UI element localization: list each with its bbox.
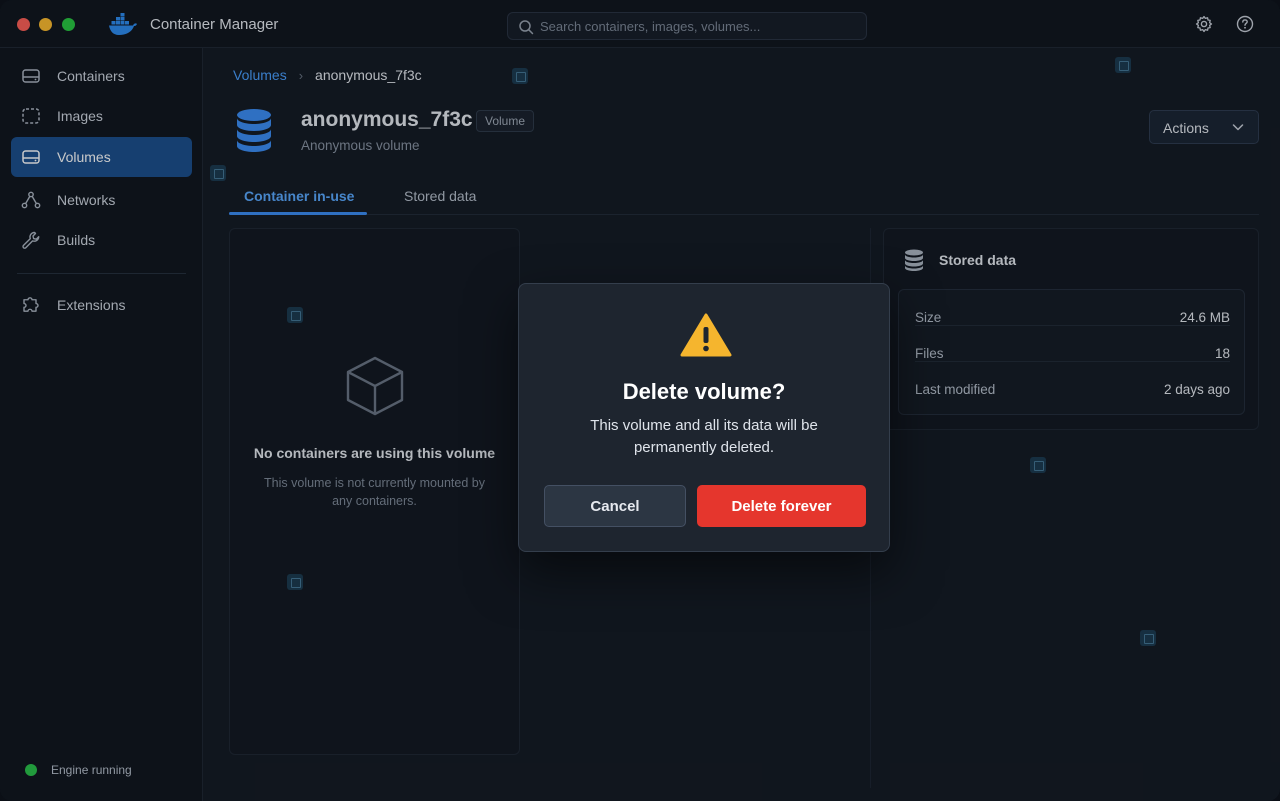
delete-forever-button[interactable]: Delete forever <box>697 485 866 527</box>
warning-icon <box>680 313 732 357</box>
dialog-title: Delete volume? <box>622 379 786 404</box>
cancel-button[interactable]: Cancel <box>544 485 686 527</box>
dialog-message: This volume and all its data will be per… <box>590 417 818 456</box>
delete-volume-dialog: Delete volume? This volume and all its d… <box>518 283 890 552</box>
app-window: Container Manager Containers <box>0 0 1280 801</box>
